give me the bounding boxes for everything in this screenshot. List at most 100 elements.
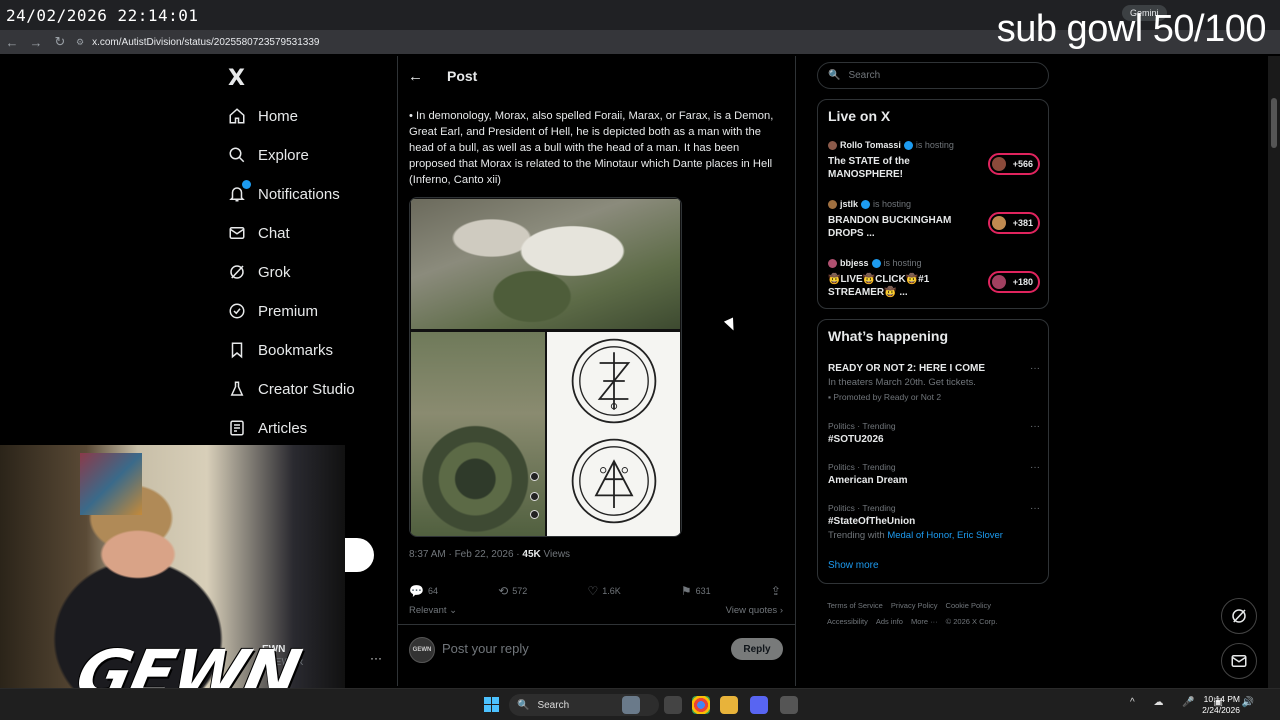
search-input[interactable]: 🔍 Search (817, 62, 1049, 89)
views-label: Views (540, 549, 571, 560)
footer-link[interactable]: More ··· (911, 617, 938, 626)
view-count: 45K (522, 549, 541, 560)
live-item[interactable]: bbjess is hosting 🤠LIVE🤠CLICK🤠#1 STREAME… (828, 258, 1040, 304)
repost-action[interactable]: ⟲ 572 (498, 584, 527, 598)
media-satellite-map[interactable] (411, 332, 545, 536)
sidebar-item-bookmarks[interactable]: Bookmarks (226, 337, 333, 363)
sidebar-item-premium[interactable]: Premium (226, 298, 318, 324)
live-hosting-label: is hosting (873, 199, 912, 209)
back-icon[interactable]: ← (0, 30, 24, 54)
live-item[interactable]: jstlk is hosting BRANDON BUCKINGHAM DROP… (828, 199, 1040, 245)
avatar (828, 199, 837, 209)
live-item[interactable]: Rollo Tomassi is hosting The STATE of th… (828, 140, 1040, 186)
grok-icon (1232, 609, 1246, 623)
footer-link[interactable]: Terms of Service (827, 601, 883, 610)
bookmark-count: 631 (695, 586, 711, 596)
live-listener-badge[interactable]: +381 (988, 212, 1040, 234)
app-icon[interactable] (780, 696, 798, 714)
sidebar-item-articles[interactable]: Articles (226, 415, 307, 441)
footer-link[interactable]: Cookie Policy (946, 601, 991, 610)
messages-float-button[interactable] (1221, 643, 1257, 679)
live-title: 🤠LIVE🤠CLICK🤠#1 STREAMER🤠 ... (828, 274, 930, 298)
avatar[interactable]: GEWN (409, 637, 435, 663)
reload-icon[interactable]: ↻ (48, 30, 72, 54)
sidebar-post-button-partial[interactable] (345, 538, 374, 572)
like-action[interactable]: ♡ 1.6K (587, 584, 620, 598)
sidebar-item-notifications[interactable]: Notifications (226, 180, 340, 207)
reply-button[interactable]: Reply (731, 638, 783, 660)
system-tray-icons[interactable]: ^ ☁ 🎤 ▣ 🔊 (1130, 697, 1262, 708)
taskbar-widget-icon[interactable] (622, 696, 640, 714)
chrome-icon[interactable] (692, 696, 710, 714)
media-sigil-images[interactable] (547, 332, 680, 536)
back-arrow-icon[interactable]: ← (408, 68, 423, 85)
forward-icon[interactable]: → (24, 30, 48, 54)
more-options-icon[interactable]: ··· (1030, 503, 1040, 514)
footer-link[interactable]: Ads info (876, 617, 903, 626)
reply-action[interactable]: 💬 64 (409, 584, 438, 598)
site-info-icon[interactable]: ⚙ (76, 37, 84, 48)
sidebar-item-grok[interactable]: Grok (226, 259, 291, 285)
x-logo[interactable]: X (228, 66, 245, 91)
more-options-icon[interactable]: ··· (1030, 462, 1040, 473)
bookmark-action[interactable]: ⚑ 631 (681, 584, 711, 598)
live-hosting-label: is hosting (915, 140, 954, 150)
search-icon: 🔍 (517, 699, 530, 711)
scrollbar-thumb[interactable] (1271, 98, 1277, 148)
live-count: +566 (1012, 159, 1033, 169)
more-options-icon[interactable]: ··· (1030, 421, 1040, 432)
trend-category: Politics · Trending (828, 421, 896, 431)
trend-item-promoted[interactable]: READY OR NOT 2: HERE I COME In theaters … (828, 363, 1040, 402)
search-icon: 🔍 (828, 70, 841, 81)
post-column: ← Post • In demonology, Morax, also spel… (397, 56, 796, 686)
footer-link[interactable]: Privacy Policy (891, 601, 938, 610)
grok-float-button[interactable] (1221, 598, 1257, 634)
home-icon (226, 105, 248, 127)
live-host-name: jstlk (840, 199, 859, 209)
sidebar-item-label: Premium (258, 302, 319, 320)
sigil-seal-image (571, 438, 657, 524)
live-listener-badge[interactable]: +180 (988, 271, 1040, 293)
discord-icon[interactable] (750, 696, 768, 714)
sidebar-item-label: Home (258, 107, 299, 125)
verified-icon (871, 258, 881, 268)
sidebar-item-explore[interactable]: Explore (226, 142, 309, 168)
show-more-link[interactable]: Show more (828, 560, 879, 571)
taskbar-clock[interactable]: 10:14 PM 2/24/2026 (1202, 694, 1240, 716)
page-title: Post (447, 68, 478, 84)
trend-name: #StateOfTheUnion (828, 516, 916, 527)
url-text[interactable]: x.com/AutistDivision/status/202558072357… (92, 37, 319, 48)
media-aerial-photo[interactable] (411, 199, 680, 329)
trend-item[interactable]: Politics · Trending #StateOfTheUnion Tre… (828, 503, 1040, 541)
reply-count: 64 (427, 586, 438, 596)
windows-start-icon[interactable] (484, 697, 499, 712)
timestamp-text: 8:37 AM · Feb 22, 2026 · (409, 549, 523, 560)
view-quotes-link[interactable]: View quotes › (726, 605, 783, 616)
reply-input[interactable]: Post your reply (442, 641, 529, 656)
file-explorer-icon[interactable] (720, 696, 738, 714)
footer-link[interactable]: Accessibility (827, 617, 868, 626)
sidebar-item-creator-studio[interactable]: Creator Studio (226, 376, 355, 402)
sidebar-item-label: Grok (258, 263, 291, 281)
page-scrollbar[interactable] (1268, 56, 1280, 688)
sidebar-item-chat[interactable]: Chat (226, 220, 290, 246)
repost-icon: ⟲ (498, 584, 509, 598)
more-options-icon[interactable]: ··· (370, 651, 382, 665)
trend-category: Politics · Trending (828, 462, 896, 472)
post-media-grid[interactable] (409, 197, 682, 537)
sidebar-item-label: Bookmarks (258, 341, 334, 359)
trend-item[interactable]: Politics · Trending American Dream ··· (828, 462, 1040, 486)
share-action[interactable]: ⇪ (771, 584, 785, 598)
promoted-label: ▪ Promoted by Ready or Not 2 (828, 392, 942, 402)
trend-subtitle: In theaters March 20th. Get tickets. (828, 377, 976, 388)
reply-sort-dropdown[interactable]: Relevant ⌄ (409, 605, 457, 616)
sort-label: Relevant (409, 605, 447, 616)
more-options-icon[interactable]: ··· (1030, 363, 1040, 374)
trend-item[interactable]: Politics · Trending #SOTU2026 ··· (828, 421, 1040, 445)
webcam-background-art (80, 453, 142, 515)
sidebar-item-home[interactable]: Home (226, 103, 298, 129)
task-view-icon[interactable] (664, 696, 682, 714)
trend-with-links[interactable]: Medal of Honor, Eric Slover (887, 530, 1003, 541)
live-listener-badge[interactable]: +566 (988, 153, 1040, 175)
grok-icon (226, 261, 248, 283)
